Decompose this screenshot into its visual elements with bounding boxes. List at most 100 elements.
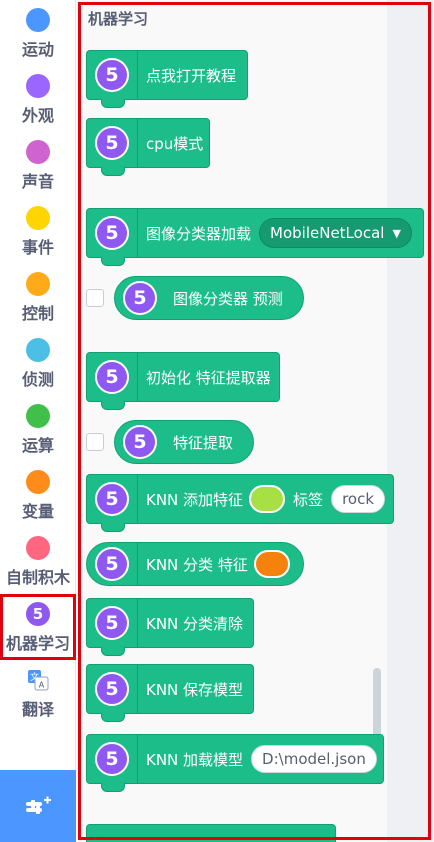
block-notch xyxy=(101,257,125,266)
block-notch xyxy=(101,713,125,722)
block-init-feature-extractor[interactable]: 5 初始化 特征提取器 xyxy=(86,352,280,410)
category-looks[interactable]: 外观 xyxy=(0,66,76,132)
block-icon-area: 5 xyxy=(87,475,138,523)
block-label: 点我打开教程 xyxy=(146,66,237,85)
category-label: 侦测 xyxy=(21,370,54,389)
category-label: 声音 xyxy=(21,172,54,191)
block-feature-extract[interactable]: 5 特征提取 xyxy=(114,420,254,464)
caret-down-icon: ▼ xyxy=(392,226,401,240)
block-icon-area: 5 xyxy=(115,277,165,319)
block-label: cpu模式 xyxy=(146,134,204,153)
sensing-dot-icon xyxy=(26,338,50,362)
block-notch xyxy=(101,401,125,410)
block-label: 初始化 特征提取器 xyxy=(146,368,271,387)
category-translate[interactable]: 文 A 翻译 xyxy=(0,660,76,726)
flyout-scrollbar[interactable] xyxy=(373,668,381,738)
block-icon-area: 5 xyxy=(87,209,138,257)
add-extension-button[interactable] xyxy=(0,770,76,842)
sound-dot-icon xyxy=(26,140,50,164)
input-value: rock xyxy=(342,490,375,508)
block-icon-area: 5 xyxy=(87,599,138,647)
block-label: KNN 分类清除 xyxy=(146,614,244,633)
category-operators[interactable]: 运算 xyxy=(0,396,76,462)
ml-extension-icon: 5 xyxy=(95,216,129,250)
block-icon-area: 5 xyxy=(87,51,138,99)
my-blocks-dot-icon xyxy=(26,536,50,560)
ml-extension-icon: 5 xyxy=(95,58,129,92)
scratch-block-editor: 运动 外观 声音 事件 控制 侦测 运算 变量 自制积木 5 机器学习 文 A … xyxy=(0,0,434,842)
block-open-tutorial[interactable]: 5 点我打开教程 xyxy=(86,50,248,108)
block-knn-clear[interactable]: 5 KNN 分类清除 xyxy=(86,598,254,656)
block-label: KNN 加载模型 xyxy=(146,750,244,769)
category-label: 事件 xyxy=(21,238,54,257)
category-label: 控制 xyxy=(21,304,54,323)
block-label: 特征提取 xyxy=(173,433,234,452)
block-label: KNN 添加特征 xyxy=(146,490,244,509)
block-knn-add-feature[interactable]: 5 KNN 添加特征 标签 rock xyxy=(86,474,394,532)
block-knn-load-model[interactable]: 5 KNN 加载模型 D:\model.json xyxy=(86,734,384,792)
category-control[interactable]: 控制 xyxy=(0,264,76,330)
block-load-image-classifier[interactable]: 5 图像分类器加载 MobileNetLocal ▼ xyxy=(86,208,424,266)
input-value: D:\model.json xyxy=(262,750,366,768)
section-title: 机器学习 xyxy=(88,10,149,28)
category-label: 运动 xyxy=(21,40,54,59)
block-icon-area: 5 xyxy=(87,735,138,783)
monitor-checkbox[interactable] xyxy=(86,433,104,451)
category-label: 外观 xyxy=(21,106,54,125)
category-my-blocks[interactable]: 自制积木 xyxy=(0,528,76,594)
category-sound[interactable]: 声音 xyxy=(0,132,76,198)
category-label: 机器学习 xyxy=(5,634,70,653)
ml-extension-icon: 5 xyxy=(95,672,129,706)
block-notch xyxy=(101,167,125,176)
block-notch xyxy=(101,99,125,108)
block-label: KNN 保存模型 xyxy=(146,680,244,699)
ml-extension-icon: 5 xyxy=(95,360,129,394)
monitor-checkbox[interactable] xyxy=(86,289,104,307)
category-label: 翻译 xyxy=(21,700,54,719)
ml-extension-icon: 5 xyxy=(95,547,129,581)
control-dot-icon xyxy=(26,272,50,296)
model-path-input[interactable]: D:\model.json xyxy=(251,745,377,773)
ml-extension-icon: 5 xyxy=(95,482,129,516)
variables-dot-icon xyxy=(26,470,50,494)
label-text-input[interactable]: rock xyxy=(331,485,386,513)
block-knn-save-model[interactable]: 5 KNN 保存模型 xyxy=(86,664,254,722)
ml-extension-icon: 5 xyxy=(95,126,129,160)
category-label: 自制积木 xyxy=(5,568,70,587)
ml-extension-icon: 5 xyxy=(123,425,157,459)
block-partially-visible[interactable] xyxy=(86,824,336,842)
svg-text:文: 文 xyxy=(30,671,39,683)
block-icon-area: 5 xyxy=(87,665,138,713)
category-menu: 运动 外观 声音 事件 控制 侦测 运算 变量 自制积木 5 机器学习 文 A … xyxy=(0,0,76,842)
category-machine-learning[interactable]: 5 机器学习 xyxy=(0,594,76,660)
block-cpu-mode[interactable]: 5 cpu模式 xyxy=(86,118,210,176)
dropdown-value: MobileNetLocal xyxy=(270,224,385,242)
add-extension-icon xyxy=(26,796,51,814)
flyout-scroll-gutter xyxy=(387,0,434,842)
ml-extension-icon: 5 xyxy=(123,281,157,315)
block-label: KNN 分类 特征 xyxy=(146,555,248,574)
category-sensing[interactable]: 侦测 xyxy=(0,330,76,396)
category-events[interactable]: 事件 xyxy=(0,198,76,264)
ml-extension-icon: 5 xyxy=(95,606,129,640)
operators-dot-icon xyxy=(26,404,50,428)
ml-extension-icon: 5 xyxy=(95,742,129,776)
classifier-model-dropdown[interactable]: MobileNetLocal ▼ xyxy=(259,218,412,248)
looks-dot-icon xyxy=(26,74,50,98)
category-variables[interactable]: 变量 xyxy=(0,462,76,528)
block-icon-area: 5 xyxy=(87,119,138,167)
classify-color-input[interactable] xyxy=(253,550,290,578)
feature-color-input[interactable] xyxy=(249,485,286,513)
block-notch xyxy=(101,647,125,656)
category-motion[interactable]: 运动 xyxy=(0,0,76,66)
block-icon-area: 5 xyxy=(87,353,138,401)
block-image-classifier-predict[interactable]: 5 图像分类器 预测 xyxy=(114,276,304,320)
category-label: 运算 xyxy=(21,436,54,455)
category-label: 变量 xyxy=(21,502,54,521)
events-dot-icon xyxy=(26,206,50,230)
translate-icon: 文 A xyxy=(28,670,49,691)
block-notch xyxy=(101,783,125,792)
block-icon-area: 5 xyxy=(87,543,138,585)
block-knn-classify[interactable]: 5 KNN 分类 特征 xyxy=(86,542,304,586)
block-icon-area: 5 xyxy=(115,421,165,463)
